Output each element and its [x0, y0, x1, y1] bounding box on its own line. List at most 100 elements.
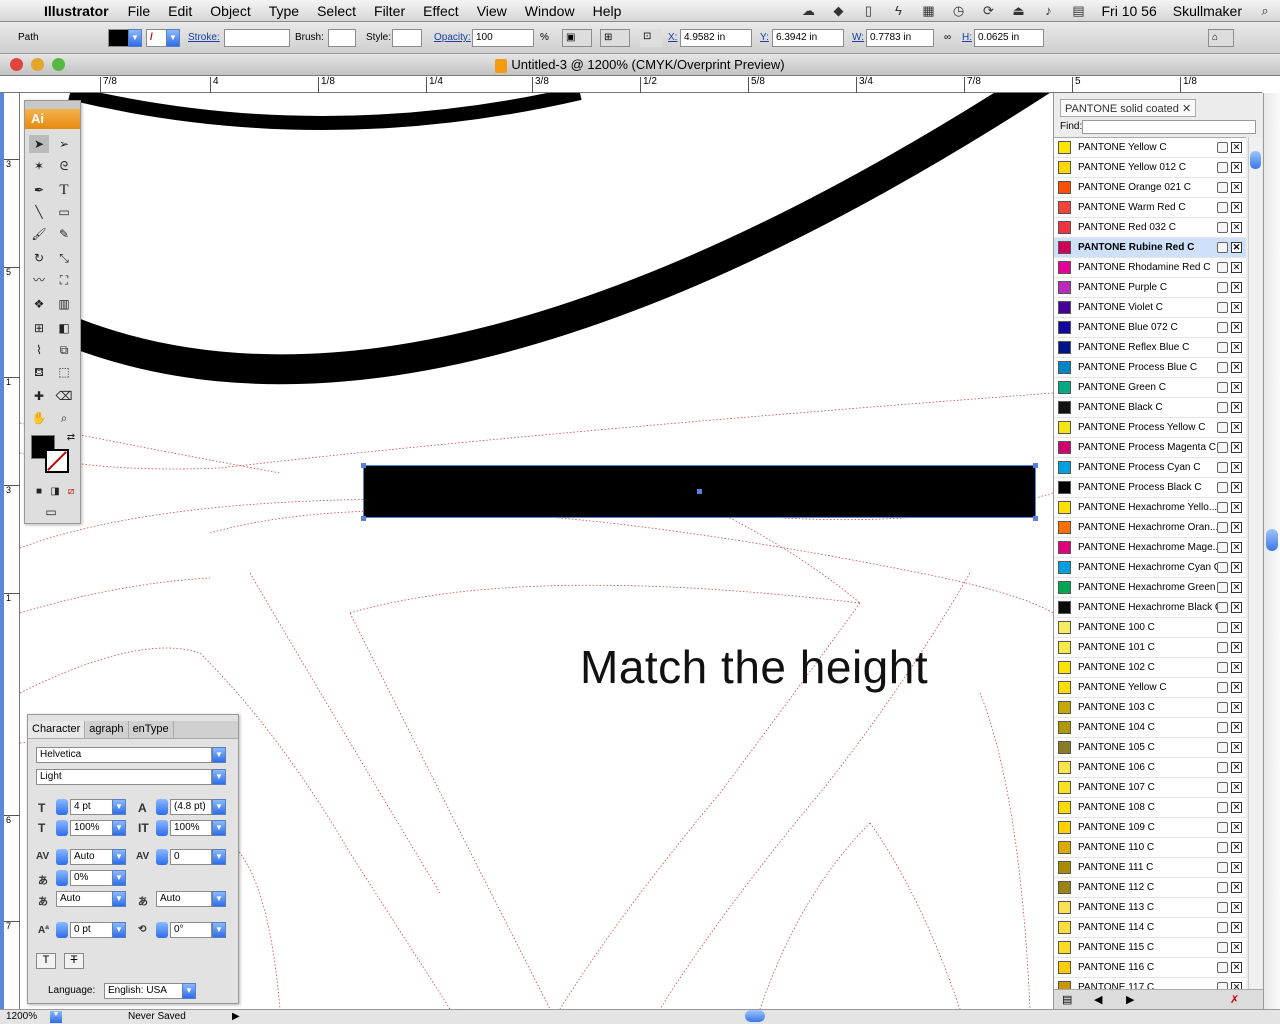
swatch-row[interactable]: PANTONE Reflex Blue C ✕ — [1054, 338, 1246, 358]
swatch-row[interactable]: PANTONE Process Black C ✕ — [1054, 478, 1246, 498]
swatch-row[interactable]: PANTONE Process Cyan C ✕ — [1054, 458, 1246, 478]
pen-tool-icon[interactable]: ✒ — [29, 181, 49, 199]
swatch-row[interactable]: PANTONE 114 C ✕ — [1054, 918, 1246, 938]
tsume-dropdown-icon[interactable]: ▼ — [112, 870, 126, 886]
menu-object[interactable]: Object — [201, 3, 259, 19]
previous-library-icon[interactable]: ◀ — [1094, 993, 1102, 1006]
menu-effect[interactable]: Effect — [414, 3, 468, 19]
swatch-row[interactable]: PANTONE Hexachrome Mage... ✕ — [1054, 538, 1246, 558]
font-style-dropdown-icon[interactable]: ▼ — [212, 769, 226, 785]
swatch-row[interactable]: PANTONE Hexachrome Yello... ✕ — [1054, 498, 1246, 518]
menu-help[interactable]: Help — [584, 3, 631, 19]
swatch-row[interactable]: PANTONE 107 C ✕ — [1054, 778, 1246, 798]
h-label[interactable]: H: — [962, 32, 972, 43]
swatch-row[interactable]: PANTONE 108 C ✕ — [1054, 798, 1246, 818]
slice-tool-icon[interactable]: ✚ — [29, 387, 49, 405]
warp-tool-icon[interactable]: 〰 — [29, 271, 49, 289]
eject-icon[interactable]: ⏏ — [1010, 4, 1028, 18]
language-field[interactable]: English: USA — [104, 983, 184, 999]
transform-icon[interactable]: ⊡ — [640, 29, 662, 47]
selection-handle[interactable] — [1033, 516, 1038, 521]
kerning-stepper[interactable] — [56, 849, 68, 865]
language-dropdown-icon[interactable]: ▼ — [182, 983, 196, 999]
lasso-tool-icon[interactable]: ᘓ — [54, 157, 74, 175]
opacity-label[interactable]: Opacity: — [434, 32, 471, 43]
swatch-row[interactable]: PANTONE 115 C ✕ — [1054, 938, 1246, 958]
aki-right-dropdown-icon[interactable]: ▼ — [212, 891, 226, 907]
vertical-scale-field[interactable]: 100% — [70, 820, 114, 836]
swatch-row[interactable]: PANTONE Orange 021 C ✕ — [1054, 178, 1246, 198]
library-menu-icon[interactable]: ▤ — [1062, 993, 1072, 1006]
baseline-shift-stepper[interactable] — [56, 922, 68, 938]
swatch-library-tab[interactable]: PANTONE solid coated ✕ — [1060, 99, 1197, 117]
menu-window[interactable]: Window — [516, 3, 584, 19]
gradient-tool-icon[interactable]: ◧ — [54, 319, 74, 337]
baseline-shift-dropdown-icon[interactable]: ▼ — [112, 922, 126, 938]
graph-tool-icon[interactable]: ▥ — [54, 295, 74, 313]
swatch-row[interactable]: PANTONE 105 C ✕ — [1054, 738, 1246, 758]
swatch-row[interactable]: PANTONE 110 C ✕ — [1054, 838, 1246, 858]
status-menu-icon[interactable]: ▶ — [232, 1011, 240, 1022]
swatch-row[interactable]: PANTONE 113 C ✕ — [1054, 898, 1246, 918]
font-size-stepper[interactable] — [56, 799, 68, 815]
baseline-shift-field[interactable]: 0 pt — [70, 922, 114, 938]
scale-tool-icon[interactable]: ⤡ — [54, 249, 74, 267]
tab-character[interactable]: Character — [28, 721, 86, 738]
spaces-icon[interactable]: ▦ — [920, 4, 938, 18]
zoom-window-button[interactable] — [52, 58, 65, 71]
canvas-text[interactable]: Match the height — [580, 640, 928, 694]
blend-tool-icon[interactable]: ⧉ — [54, 341, 74, 359]
font-size-dropdown-icon[interactable]: ▼ — [112, 799, 126, 815]
stroke-weight-field[interactable] — [224, 29, 290, 47]
swatch-row[interactable]: PANTONE Rhodamine Red C ✕ — [1054, 258, 1246, 278]
swatch-row[interactable]: PANTONE Yellow C ✕ — [1054, 678, 1246, 698]
recolor-icon[interactable]: ▣ — [562, 29, 592, 47]
strikethrough-button[interactable]: T — [64, 953, 84, 969]
h-field[interactable]: 0.0625 in — [974, 29, 1044, 47]
swatch-row[interactable]: PANTONE Warm Red C ✕ — [1054, 198, 1246, 218]
paintbrush-tool-icon[interactable]: 🖌 — [29, 225, 49, 243]
canvas-vertical-scrollbar[interactable] — [1263, 93, 1280, 1009]
underline-button[interactable]: T — [36, 953, 56, 969]
panel-menu-icon[interactable]: ⌂ — [1208, 29, 1234, 47]
app-tray-icon[interactable]: ◆ — [830, 4, 848, 18]
zoom-level[interactable]: 1200% — [6, 1011, 37, 1022]
leading-field[interactable]: (4.8 pt) — [170, 799, 212, 815]
next-library-icon[interactable]: ▶ — [1126, 993, 1134, 1006]
aki-left-dropdown-icon[interactable]: ▼ — [112, 891, 126, 907]
swatch-row[interactable]: PANTONE 112 C ✕ — [1054, 878, 1246, 898]
tracking-stepper[interactable] — [156, 849, 168, 865]
menu-file[interactable]: File — [119, 3, 160, 19]
menu-select[interactable]: Select — [308, 3, 365, 19]
hand-tool-icon[interactable]: ✋ — [29, 409, 49, 427]
swatch-row[interactable]: PANTONE 103 C ✕ — [1054, 698, 1246, 718]
none-mode-icon[interactable]: ⧄ — [61, 483, 81, 501]
font-size-field[interactable]: 4 pt — [70, 799, 114, 815]
fill-swatch[interactable] — [108, 29, 130, 47]
w-label[interactable]: W: — [852, 32, 864, 43]
swap-fill-stroke-icon[interactable]: ⇄ — [61, 429, 81, 447]
eyedropper-tool-icon[interactable]: ⌇ — [29, 341, 49, 359]
stroke-color-box[interactable] — [45, 449, 69, 473]
font-style-field[interactable]: Light — [36, 769, 212, 785]
fill-dropdown-icon[interactable]: ▼ — [128, 29, 142, 47]
aki-left-field[interactable]: Auto — [56, 891, 114, 907]
swatch-row[interactable]: PANTONE 106 C ✕ — [1054, 758, 1246, 778]
canvas-horizontal-scroll-thumb[interactable] — [745, 1010, 765, 1022]
swatch-row[interactable]: PANTONE Hexachrome Black C ✕ — [1054, 598, 1246, 618]
horizontal-scale-dropdown-icon[interactable]: ▼ — [212, 820, 226, 836]
swatch-row[interactable]: PANTONE Hexachrome Oran... ✕ — [1054, 518, 1246, 538]
swatch-row[interactable]: PANTONE Red 032 C ✕ — [1054, 218, 1246, 238]
stroke-swatch[interactable]: / — [146, 29, 168, 47]
swatch-scroll-thumb[interactable] — [1250, 151, 1261, 169]
time-machine-icon[interactable]: ◷ — [950, 4, 968, 18]
horizontal-scale-stepper[interactable] — [156, 820, 168, 836]
pencil-tool-icon[interactable]: ✎ — [54, 225, 74, 243]
character-rotation-field[interactable]: 0° — [170, 922, 212, 938]
horizontal-ruler[interactable]: 7/8 4 1/8 1/4 3/8 1/2 5/8 3/4 7/8 5 1/8 — [0, 77, 1262, 93]
stroke-label[interactable]: Stroke: — [188, 32, 220, 43]
cloud-icon[interactable]: ☁ — [800, 4, 818, 18]
line-tool-icon[interactable]: ╲ — [29, 203, 49, 221]
swatch-row[interactable]: PANTONE Yellow 012 C ✕ — [1054, 158, 1246, 178]
selection-handle[interactable] — [1033, 463, 1038, 468]
